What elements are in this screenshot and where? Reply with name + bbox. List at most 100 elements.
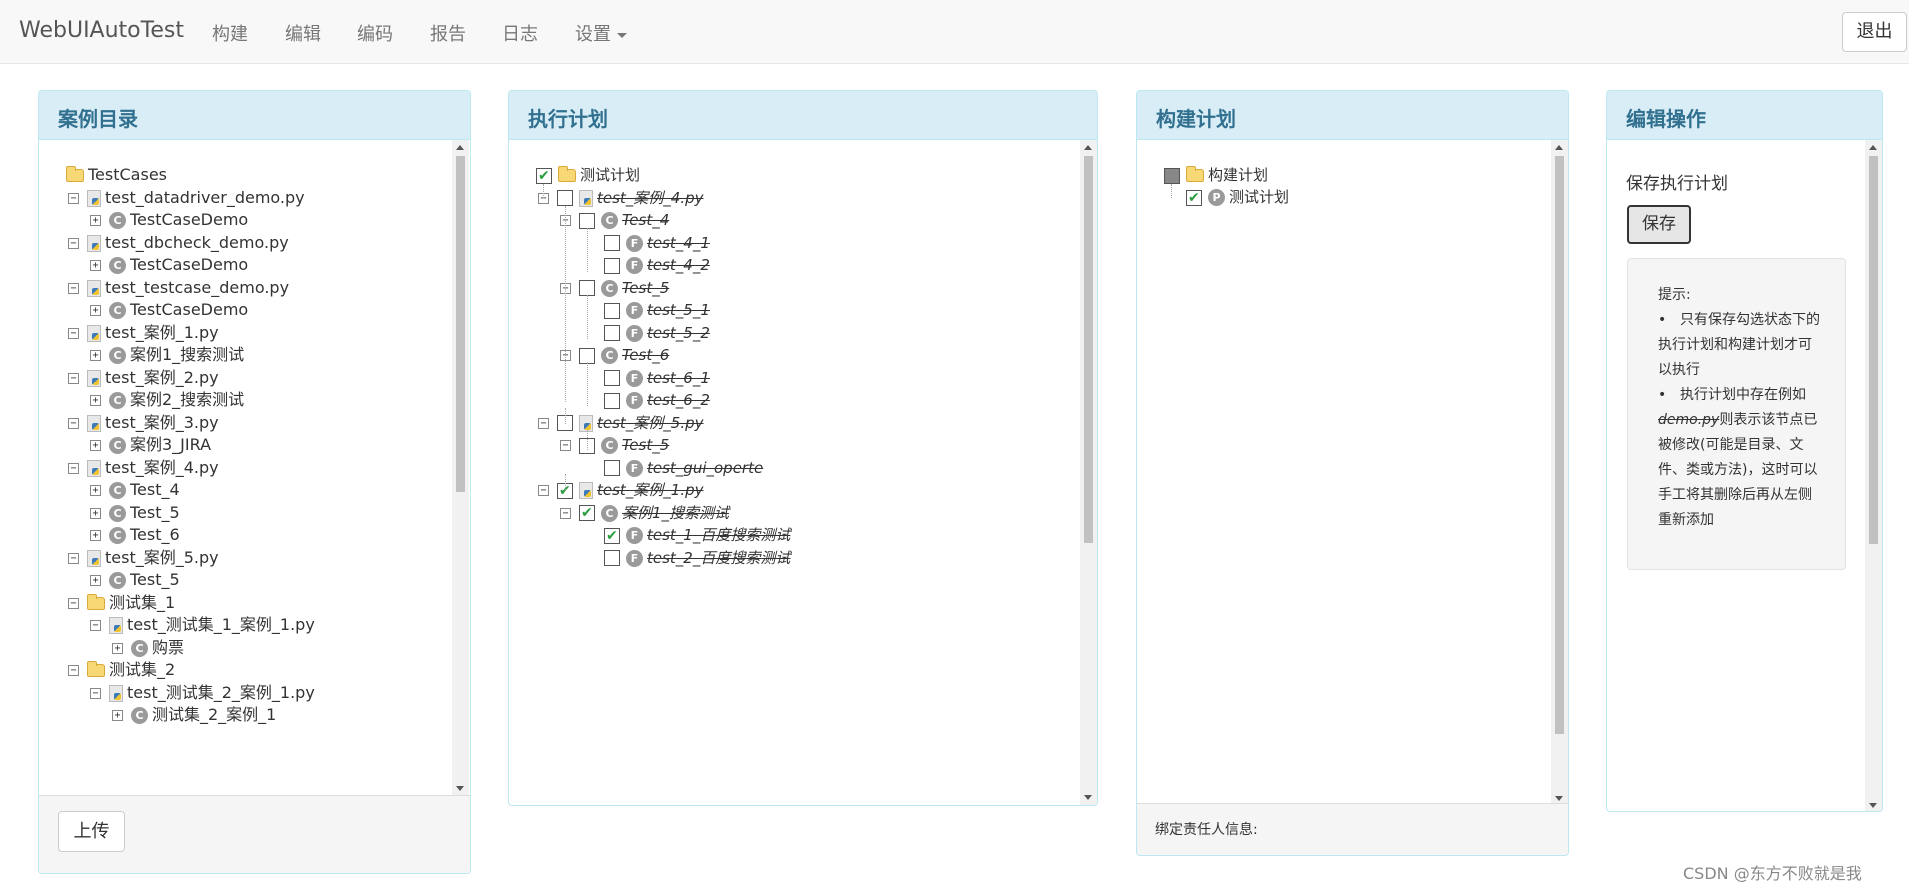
collapse-minus-icon[interactable]: − — [90, 687, 101, 699]
collapse-minus-icon[interactable]: − — [68, 372, 79, 384]
collapse-minus-icon[interactable]: − — [68, 192, 79, 204]
checkbox-icon[interactable] — [604, 302, 620, 319]
collapse-minus-icon[interactable]: − — [68, 462, 79, 474]
tree-node[interactable]: Ftest_6_2 — [604, 389, 710, 411]
expand-plus-icon[interactable]: + — [90, 440, 101, 451]
expand-plus-icon[interactable]: + — [90, 395, 101, 406]
scroll-thumb[interactable] — [1084, 156, 1093, 543]
expand-plus-icon[interactable]: + — [90, 575, 101, 586]
checkbox-icon[interactable] — [579, 280, 595, 296]
checkbox-icon[interactable] — [604, 460, 620, 476]
checkbox-checked-icon[interactable] — [1186, 187, 1202, 209]
tree-node[interactable]: P测试计划 — [1186, 186, 1289, 209]
tree-node[interactable]: − test_案例_2.py — [68, 367, 219, 389]
nav-report[interactable]: 报告 — [430, 20, 466, 46]
scroll-thumb[interactable] — [456, 156, 465, 492]
collapse-minus-icon[interactable]: − — [68, 552, 79, 564]
tree-node[interactable]: + C TestCaseDemo — [90, 254, 248, 276]
nav-log[interactable]: 日志 — [502, 20, 538, 46]
tree-node[interactable]: 测试计划 — [536, 164, 640, 187]
expand-plus-icon[interactable]: + — [112, 642, 123, 654]
tree-node[interactable]: Ftest_6_1 — [604, 367, 710, 389]
checkbox-icon[interactable] — [604, 235, 620, 251]
scroll-up-icon[interactable] — [1084, 145, 1092, 150]
tree-node[interactable]: Ftest_1_百度搜索测试 — [604, 524, 790, 547]
cases-scrollbar[interactable] — [452, 140, 469, 796]
scroll-thumb[interactable] — [1869, 156, 1878, 544]
collapse-minus-icon[interactable]: − — [68, 665, 79, 676]
collapse-minus-icon[interactable]: − — [538, 485, 549, 496]
expand-plus-icon[interactable]: + — [112, 710, 123, 721]
tree-node[interactable]: − test_案例_4.py — [538, 187, 704, 209]
tree-node[interactable]: − test_案例_5.py — [538, 412, 704, 434]
scroll-down-icon[interactable] — [1869, 803, 1877, 808]
exec-scrollbar[interactable] — [1080, 140, 1097, 805]
nav-edit[interactable]: 编辑 — [285, 20, 321, 46]
tree-node[interactable]: − C Test_4 — [560, 209, 669, 231]
expand-plus-icon[interactable]: + — [90, 260, 101, 271]
tree-node[interactable]: − test_datadriver_demo.py — [68, 187, 305, 209]
checkbox-icon[interactable] — [604, 257, 620, 274]
nav-build[interactable]: 构建 — [212, 20, 248, 46]
checkbox-icon[interactable] — [604, 370, 620, 386]
nav-code[interactable]: 编码 — [357, 20, 393, 46]
scroll-up-icon[interactable] — [456, 145, 464, 150]
collapse-minus-icon[interactable]: − — [68, 417, 79, 429]
checkbox-checked-icon[interactable] — [536, 165, 552, 187]
scroll-down-icon[interactable] — [1084, 795, 1092, 800]
tree-node[interactable]: Ftest_5_2 — [604, 322, 710, 344]
save-button[interactable]: 保存 — [1627, 205, 1691, 244]
checkbox-icon[interactable] — [604, 392, 620, 409]
tree-node[interactable]: + C TestCaseDemo — [90, 209, 248, 231]
expand-plus-icon[interactable]: + — [90, 215, 101, 226]
scroll-up-icon[interactable] — [1869, 145, 1877, 150]
tree-node[interactable]: − 测试集_1 — [68, 592, 175, 614]
tree-node[interactable]: + C 测试集_2_案例_1 — [112, 704, 276, 726]
checkbox-icon[interactable] — [604, 325, 620, 341]
tree-node[interactable]: + C 购票 — [112, 637, 184, 659]
tree-node[interactable]: + C 案例2_搜索测试 — [90, 389, 244, 411]
tree-node[interactable]: Ftest_4_1 — [604, 232, 710, 254]
tree-node[interactable]: + C Test_5 — [90, 569, 180, 591]
scroll-thumb[interactable] — [1555, 156, 1564, 734]
edit-scrollbar[interactable] — [1865, 140, 1882, 811]
logout-button[interactable]: 退出 — [1842, 12, 1907, 52]
checkbox-checked-icon[interactable] — [604, 525, 620, 547]
expand-plus-icon[interactable]: + — [90, 350, 101, 361]
tree-node[interactable]: + C Test_4 — [90, 479, 180, 501]
tree-node[interactable]: + C Test_5 — [90, 502, 180, 524]
tree-node[interactable]: − 测试集_2 — [68, 659, 175, 681]
tree-node[interactable]: + C TestCaseDemo — [90, 299, 248, 321]
tree-node[interactable]: TestCases — [66, 164, 167, 186]
tree-node[interactable]: − test_案例_4.py — [68, 457, 219, 479]
checkbox-checked-icon[interactable] — [579, 502, 595, 524]
collapse-minus-icon[interactable]: − — [538, 417, 549, 429]
tree-node[interactable]: − test_dbcheck_demo.py — [68, 232, 289, 254]
upload-button[interactable]: 上传 — [58, 811, 125, 852]
checkbox-icon[interactable] — [557, 190, 573, 206]
collapse-minus-icon[interactable]: − — [560, 440, 571, 451]
collapse-minus-icon[interactable]: − — [68, 237, 79, 249]
checkbox-partial-icon[interactable] — [1164, 167, 1180, 184]
tree-node[interactable]: − test_测试集_2_案例_1.py — [90, 682, 315, 704]
collapse-minus-icon[interactable]: − — [90, 620, 101, 631]
collapse-minus-icon[interactable]: − — [68, 282, 79, 294]
expand-plus-icon[interactable]: + — [90, 305, 101, 316]
tree-node[interactable]: Ftest_5_1 — [604, 299, 710, 321]
tree-node[interactable]: − C Test_5 — [560, 277, 669, 299]
nav-settings-dropdown[interactable]: 设置 — [575, 20, 627, 46]
tree-node[interactable]: − test_测试集_1_案例_1.py — [90, 614, 315, 636]
tree-node[interactable]: − test_案例_1.py — [538, 479, 704, 502]
collapse-minus-icon[interactable]: − — [68, 597, 79, 609]
tree-node[interactable]: − C Test_6 — [560, 344, 669, 366]
tree-node[interactable]: − test_案例_1.py — [68, 322, 219, 344]
expand-plus-icon[interactable]: + — [90, 507, 101, 519]
checkbox-icon[interactable] — [579, 212, 595, 229]
scroll-down-icon[interactable] — [456, 786, 464, 791]
scroll-up-icon[interactable] — [1555, 145, 1563, 150]
tree-node[interactable]: − test_testcase_demo.py — [68, 277, 289, 299]
tree-node[interactable]: − C Test_5 — [560, 434, 669, 456]
tree-node[interactable]: 构建计划 — [1164, 164, 1268, 186]
collapse-minus-icon[interactable]: − — [68, 327, 79, 339]
tree-node[interactable]: − test_案例_3.py — [68, 412, 219, 434]
